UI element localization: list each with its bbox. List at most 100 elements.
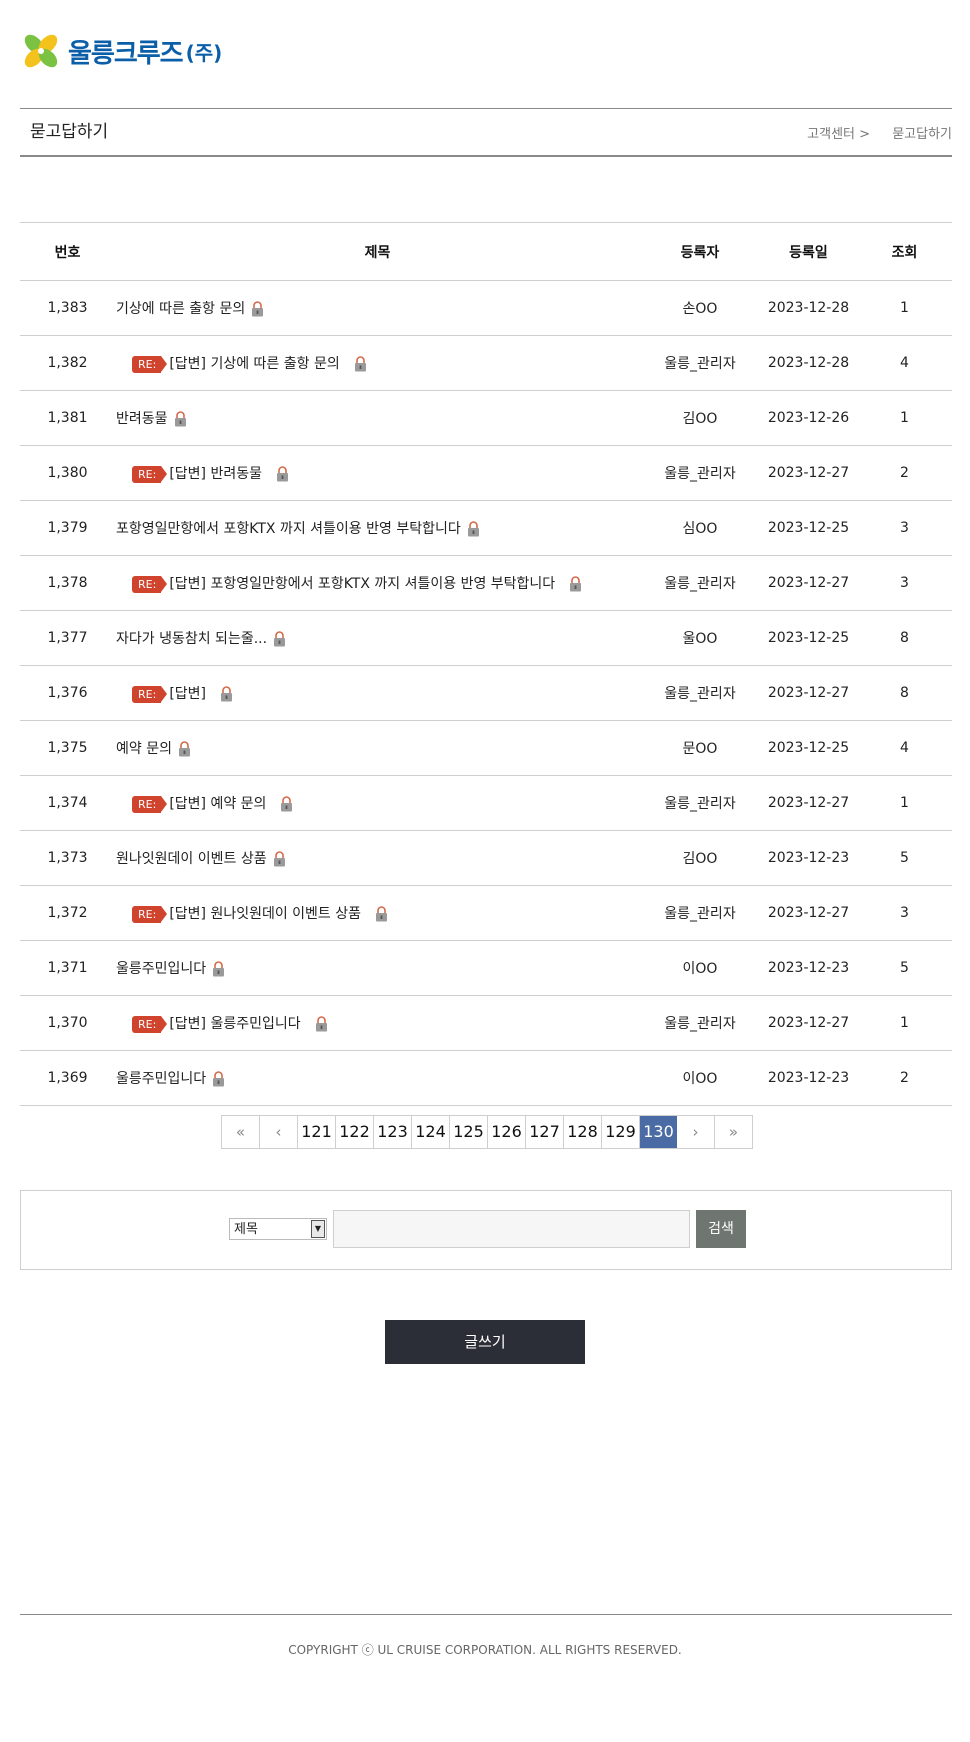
search-input[interactable] [333,1210,690,1248]
table-row[interactable]: 1,374 RE: [답변] 예약 문의 울릉_관리자 2023-12-27 1 [20,775,952,831]
row-subject[interactable]: 기상에 따른 출항 문의 [115,280,640,336]
lock-icon [467,521,480,537]
search-field-selected: 제목 [234,1222,258,1237]
page-number-button[interactable]: 130 [640,1116,677,1148]
subject-link[interactable]: RE: [답변] [116,685,233,703]
page-number-button[interactable]: 126 [488,1116,526,1148]
subject-link[interactable]: 원나잇원데이 이벤트 상품 [116,851,286,867]
last-page-button[interactable]: » [715,1116,752,1148]
subject-link[interactable]: RE: [답변] 원나잇원데이 이벤트 상품 [116,905,388,923]
table-row[interactable]: 1,380 RE: [답변] 반려동물 울릉_관리자 2023-12-27 2 [20,445,952,501]
row-num: 1,371 [20,940,115,996]
page-number-list: 121 122 123 124 125 126 127 128 129 130 [298,1116,677,1148]
row-subject[interactable]: 반려동물 [115,390,640,446]
subject-link[interactable]: RE: [답변] 기상에 따른 출항 문의 [116,355,367,373]
subject-link[interactable]: 예약 문의 [116,741,191,757]
page-number-button[interactable]: 129 [602,1116,640,1148]
subject-text: 원나잇원데이 이벤트 상품 [116,851,267,867]
row-hits: 3 [857,555,952,611]
subject-link[interactable]: 기상에 따른 출항 문의 [116,301,264,317]
row-subject[interactable]: 자다가 냉동참치 되는줄... [115,610,640,666]
page-number-button[interactable]: 128 [564,1116,602,1148]
row-num: 1,379 [20,500,115,556]
row-subject[interactable]: RE: [답변] 반려동물 [115,445,640,501]
header-writer: 등록자 [640,222,760,281]
table-row[interactable]: 1,372 RE: [답변] 원나잇원데이 이벤트 상품 울릉_관리자 2023-12-… [20,885,952,941]
row-subject[interactable]: RE: [답변] 기상에 따른 출항 문의 [115,335,640,391]
prev-page-button[interactable]: ‹ [260,1116,298,1148]
row-date: 2023-12-27 [760,775,857,831]
row-date: 2023-12-28 [760,280,857,336]
row-subject[interactable]: 포항영일만항에서 포항KTX 까지 셔틀이용 반영 부탁합니다 [115,500,640,556]
page-number-button[interactable]: 124 [412,1116,450,1148]
row-subject[interactable]: 원나잇원데이 이벤트 상품 [115,830,640,886]
row-date: 2023-12-27 [760,885,857,941]
subject-link[interactable]: RE: [답변] 반려동물 [116,465,289,483]
table-row[interactable]: 1,369 울릉주민입니다 이OO 2023-12-23 2 [20,1050,952,1106]
row-num: 1,376 [20,665,115,721]
row-subject[interactable]: RE: [답변] 울릉주민입니다 [115,995,640,1051]
search-box: 제목 ▼ 검색 [20,1190,952,1270]
page-number-button[interactable]: 127 [526,1116,564,1148]
table-row[interactable]: 1,375 예약 문의 문OO 2023-12-25 4 [20,720,952,776]
subject-link[interactable]: 자다가 냉동참치 되는줄... [116,631,286,647]
dropdown-arrow-icon[interactable]: ▼ [311,1220,325,1238]
row-subject[interactable]: RE: [답변] [115,665,640,721]
table-row[interactable]: 1,379 포항영일만항에서 포항KTX 까지 셔틀이용 반영 부탁합니다 심OO 2… [20,500,952,556]
table-row[interactable]: 1,373 원나잇원데이 이벤트 상품 김OO 2023-12-23 5 [20,830,952,886]
logo-sub-text: (주) [185,40,223,65]
subject-text: 울릉주민입니다 [116,961,207,977]
next-page-button[interactable]: › [677,1116,715,1148]
row-hits: 8 [857,610,952,666]
row-subject[interactable]: RE: [답변] 원나잇원데이 이벤트 상품 [115,885,640,941]
table-row[interactable]: 1,381 반려동물 김OO 2023-12-26 1 [20,390,952,446]
search-button[interactable]: 검색 [696,1210,746,1248]
page-number-button[interactable]: 121 [298,1116,336,1148]
row-subject[interactable]: 울릉주민입니다 [115,940,640,996]
subject-text: 포항영일만항에서 포항KTX 까지 셔틀이용 반영 부탁합니다 [116,521,461,537]
table-row[interactable]: 1,371 울릉주민입니다 이OO 2023-12-23 5 [20,940,952,996]
reply-badge: RE: [132,355,168,373]
breadcrumb-qna[interactable]: 묻고답하기 [892,127,952,142]
subject-link[interactable]: RE: [답변] 포항영일만항에서 포항KTX 까지 셔틀이용 반영 부탁합니다 [116,575,582,593]
row-hits: 2 [857,1050,952,1106]
subject-link[interactable]: 울릉주민입니다 [116,1071,225,1087]
write-button[interactable]: 글쓰기 [385,1320,585,1364]
table-row[interactable]: 1,383 기상에 따른 출항 문의 손OO 2023-12-28 1 [20,280,952,336]
reply-badge: RE: [132,465,168,483]
row-subject[interactable]: RE: [답변] 예약 문의 [115,775,640,831]
row-subject[interactable]: 예약 문의 [115,720,640,776]
subject-text: 자다가 냉동참치 되는줄... [116,631,268,647]
table-body: 1,383 기상에 따른 출항 문의 손OO 2023-12-28 1 1,382 RE:[… [20,280,952,1106]
row-subject[interactable]: RE: [답변] 포항영일만항에서 포항KTX 까지 셔틀이용 반영 부탁합니다 [115,555,640,611]
breadcrumb-customer-center[interactable]: 고객센터 > [807,127,870,142]
header-hits: 조회 [857,222,952,281]
row-num: 1,374 [20,775,115,831]
reply-badge: RE: [132,685,168,703]
subject-link[interactable]: RE: [답변] 예약 문의 [116,795,293,813]
table-row[interactable]: 1,382 RE: [답변] 기상에 따른 출항 문의 울릉_관리자 2023-12-2… [20,335,952,391]
page-number-button[interactable]: 123 [374,1116,412,1148]
site-logo[interactable]: 울릉크루즈 (주) [20,30,222,72]
row-num: 1,378 [20,555,115,611]
subject-link[interactable]: 포항영일만항에서 포항KTX 까지 셔틀이용 반영 부탁합니다 [116,521,480,537]
search-field-select[interactable]: 제목 ▼ [229,1218,327,1240]
page-number-button[interactable]: 125 [450,1116,488,1148]
subject-link[interactable]: 울릉주민입니다 [116,961,225,977]
row-hits: 2 [857,445,952,501]
row-date: 2023-12-27 [760,995,857,1051]
row-subject[interactable]: 울릉주민입니다 [115,1050,640,1106]
first-page-button[interactable]: « [222,1116,260,1148]
table-row[interactable]: 1,377 자다가 냉동참치 되는줄... 울OO 2023-12-25 8 [20,610,952,666]
subject-link[interactable]: 반려동물 [116,411,187,427]
row-date: 2023-12-27 [760,665,857,721]
table-row[interactable]: 1,370 RE: [답변] 울릉주민입니다 울릉_관리자 2023-12-27 1 [20,995,952,1051]
row-num: 1,370 [20,995,115,1051]
subject-link[interactable]: RE: [답변] 울릉주민입니다 [116,1015,328,1033]
subject-text: 반려동물 [116,411,168,427]
subject-text: [답변] 반려동물 [169,466,262,482]
copyright-text: COPYRIGHT ⓒ UL CRUISE CORPORATION. ALL R… [288,1643,682,1657]
table-row[interactable]: 1,376 RE: [답변] 울릉_관리자 2023-12-27 8 [20,665,952,721]
table-row[interactable]: 1,378 RE: [답변] 포항영일만항에서 포항KTX 까지 셔틀이용 반영 부… [20,555,952,611]
page-number-button[interactable]: 122 [336,1116,374,1148]
